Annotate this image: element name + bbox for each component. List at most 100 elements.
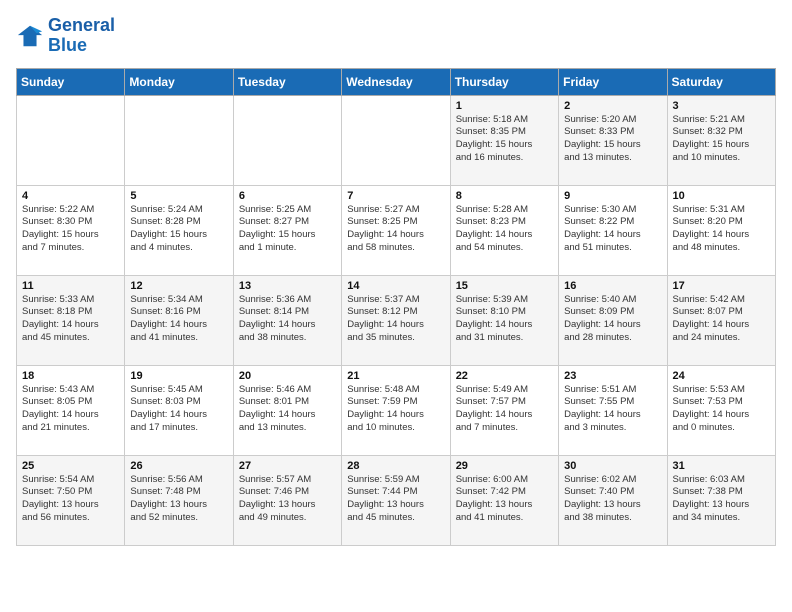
cell-day-number: 8 (456, 190, 553, 202)
cell-info: Sunrise: 5:31 AM Sunset: 8:20 PM Dayligh… (673, 204, 770, 255)
weekday-header-saturday: Saturday (667, 68, 775, 95)
logo: General Blue (16, 16, 115, 56)
weekday-header-thursday: Thursday (450, 68, 558, 95)
cell-info: Sunrise: 5:39 AM Sunset: 8:10 PM Dayligh… (456, 294, 553, 345)
calendar-cell: 1 Sunrise: 5:18 AM Sunset: 8:35 PM Daylig… (450, 95, 558, 185)
cell-day-number: 1 (456, 100, 553, 112)
cell-day-number: 9 (564, 190, 661, 202)
cell-day-number: 3 (673, 100, 770, 112)
cell-info: Sunrise: 5:43 AM Sunset: 8:05 PM Dayligh… (22, 384, 119, 435)
logo-blue: Blue (48, 35, 87, 55)
calendar-week-row: 18Sunrise: 5:43 AM Sunset: 8:05 PM Dayli… (17, 365, 776, 455)
calendar-cell: 30Sunrise: 6:02 AM Sunset: 7:40 PM Dayli… (559, 455, 667, 545)
calendar-cell (342, 95, 450, 185)
calendar-cell (125, 95, 233, 185)
cell-day-number: 17 (673, 280, 770, 292)
calendar-cell (233, 95, 341, 185)
cell-day-number: 22 (456, 370, 553, 382)
cell-day-number: 31 (673, 460, 770, 472)
calendar-header: SundayMondayTuesdayWednesdayThursdayFrid… (17, 68, 776, 95)
cell-day-number: 30 (564, 460, 661, 472)
cell-day-number: 29 (456, 460, 553, 472)
calendar-cell: 12 Sunrise: 5:34 AM Sunset: 8:16 PM Dayli… (125, 275, 233, 365)
calendar-cell: 4 Sunrise: 5:22 AM Sunset: 8:30 PM Daylig… (17, 185, 125, 275)
cell-day-number: 24 (673, 370, 770, 382)
calendar-cell: 7 Sunrise: 5:27 AM Sunset: 8:25 PM Daylig… (342, 185, 450, 275)
cell-info: Sunrise: 5:56 AM Sunset: 7:48 PM Dayligh… (130, 474, 227, 525)
weekday-header-friday: Friday (559, 68, 667, 95)
cell-day-number: 10 (673, 190, 770, 202)
cell-day-number: 16 (564, 280, 661, 292)
weekday-header-wednesday: Wednesday (342, 68, 450, 95)
calendar-week-row: 11Sunrise: 5:33 AM Sunset: 8:18 PM Dayli… (17, 275, 776, 365)
cell-day-number: 23 (564, 370, 661, 382)
cell-info: Sunrise: 5:20 AM Sunset: 8:33 PM Dayligh… (564, 114, 661, 165)
cell-info: Sunrise: 5:24 AM Sunset: 8:28 PM Dayligh… (130, 204, 227, 255)
logo-text: General Blue (48, 16, 115, 56)
cell-info: Sunrise: 5:25 AM Sunset: 8:27 PM Dayligh… (239, 204, 336, 255)
calendar-week-row: 1 Sunrise: 5:18 AM Sunset: 8:35 PM Daylig… (17, 95, 776, 185)
cell-day-number: 21 (347, 370, 444, 382)
weekday-header-tuesday: Tuesday (233, 68, 341, 95)
logo-general: General (48, 15, 115, 35)
calendar-cell: 24Sunrise: 5:53 AM Sunset: 7:53 PM Dayli… (667, 365, 775, 455)
calendar-cell: 21 Sunrise: 5:48 AM Sunset: 7:59 PM Dayli… (342, 365, 450, 455)
cell-day-number: 19 (130, 370, 227, 382)
calendar-body: 1 Sunrise: 5:18 AM Sunset: 8:35 PM Daylig… (17, 95, 776, 545)
cell-day-number: 12 (130, 280, 227, 292)
weekday-header-sunday: Sunday (17, 68, 125, 95)
cell-info: Sunrise: 5:57 AM Sunset: 7:46 PM Dayligh… (239, 474, 336, 525)
cell-day-number: 15 (456, 280, 553, 292)
cell-day-number: 27 (239, 460, 336, 472)
calendar-cell: 29Sunrise: 6:00 AM Sunset: 7:42 PM Dayli… (450, 455, 558, 545)
calendar-cell: 11Sunrise: 5:33 AM Sunset: 8:18 PM Dayli… (17, 275, 125, 365)
cell-info: Sunrise: 5:45 AM Sunset: 8:03 PM Dayligh… (130, 384, 227, 435)
calendar-cell: 25 Sunrise: 5:54 AM Sunset: 7:50 PM Dayli… (17, 455, 125, 545)
cell-info: Sunrise: 5:51 AM Sunset: 7:55 PM Dayligh… (564, 384, 661, 435)
cell-info: Sunrise: 6:03 AM Sunset: 7:38 PM Dayligh… (673, 474, 770, 525)
cell-info: Sunrise: 5:40 AM Sunset: 8:09 PM Dayligh… (564, 294, 661, 345)
cell-day-number: 5 (130, 190, 227, 202)
cell-info: Sunrise: 5:18 AM Sunset: 8:35 PM Dayligh… (456, 114, 553, 165)
cell-info: Sunrise: 5:59 AM Sunset: 7:44 PM Dayligh… (347, 474, 444, 525)
calendar-table: SundayMondayTuesdayWednesdayThursdayFrid… (16, 68, 776, 546)
cell-info: Sunrise: 5:48 AM Sunset: 7:59 PM Dayligh… (347, 384, 444, 435)
calendar-cell: 17 Sunrise: 5:42 AM Sunset: 8:07 PM Dayli… (667, 275, 775, 365)
calendar-cell: 19 Sunrise: 5:45 AM Sunset: 8:03 PM Dayli… (125, 365, 233, 455)
calendar-cell: 28 Sunrise: 5:59 AM Sunset: 7:44 PM Dayli… (342, 455, 450, 545)
calendar-cell: 2 Sunrise: 5:20 AM Sunset: 8:33 PM Daylig… (559, 95, 667, 185)
cell-day-number: 2 (564, 100, 661, 112)
calendar-cell: 3 Sunrise: 5:21 AM Sunset: 8:32 PM Daylig… (667, 95, 775, 185)
cell-info: Sunrise: 5:28 AM Sunset: 8:23 PM Dayligh… (456, 204, 553, 255)
cell-day-number: 28 (347, 460, 444, 472)
cell-info: Sunrise: 5:37 AM Sunset: 8:12 PM Dayligh… (347, 294, 444, 345)
cell-day-number: 25 (22, 460, 119, 472)
calendar-week-row: 25 Sunrise: 5:54 AM Sunset: 7:50 PM Dayli… (17, 455, 776, 545)
calendar-cell: 14 Sunrise: 5:37 AM Sunset: 8:12 PM Dayli… (342, 275, 450, 365)
calendar-cell: 18Sunrise: 5:43 AM Sunset: 8:05 PM Dayli… (17, 365, 125, 455)
calendar-cell: 13 Sunrise: 5:36 AM Sunset: 8:14 PM Dayli… (233, 275, 341, 365)
calendar-cell: 16 Sunrise: 5:40 AM Sunset: 8:09 PM Dayli… (559, 275, 667, 365)
cell-day-number: 7 (347, 190, 444, 202)
cell-info: Sunrise: 5:34 AM Sunset: 8:16 PM Dayligh… (130, 294, 227, 345)
cell-info: Sunrise: 5:22 AM Sunset: 8:30 PM Dayligh… (22, 204, 119, 255)
cell-info: Sunrise: 5:27 AM Sunset: 8:25 PM Dayligh… (347, 204, 444, 255)
cell-day-number: 20 (239, 370, 336, 382)
cell-day-number: 13 (239, 280, 336, 292)
cell-info: Sunrise: 5:54 AM Sunset: 7:50 PM Dayligh… (22, 474, 119, 525)
cell-day-number: 4 (22, 190, 119, 202)
calendar-cell: 31 Sunrise: 6:03 AM Sunset: 7:38 PM Dayli… (667, 455, 775, 545)
calendar-cell: 23 Sunrise: 5:51 AM Sunset: 7:55 PM Dayli… (559, 365, 667, 455)
cell-info: Sunrise: 5:21 AM Sunset: 8:32 PM Dayligh… (673, 114, 770, 165)
calendar-cell: 20Sunrise: 5:46 AM Sunset: 8:01 PM Dayli… (233, 365, 341, 455)
calendar-cell: 10 Sunrise: 5:31 AM Sunset: 8:20 PM Dayli… (667, 185, 775, 275)
cell-day-number: 14 (347, 280, 444, 292)
calendar-cell: 6Sunrise: 5:25 AM Sunset: 8:27 PM Daylig… (233, 185, 341, 275)
cell-info: Sunrise: 5:36 AM Sunset: 8:14 PM Dayligh… (239, 294, 336, 345)
calendar-cell: 22Sunrise: 5:49 AM Sunset: 7:57 PM Dayli… (450, 365, 558, 455)
calendar-cell (17, 95, 125, 185)
cell-info: Sunrise: 5:42 AM Sunset: 8:07 PM Dayligh… (673, 294, 770, 345)
cell-info: Sunrise: 5:33 AM Sunset: 8:18 PM Dayligh… (22, 294, 119, 345)
calendar-cell: 26Sunrise: 5:56 AM Sunset: 7:48 PM Dayli… (125, 455, 233, 545)
weekday-header-row: SundayMondayTuesdayWednesdayThursdayFrid… (17, 68, 776, 95)
